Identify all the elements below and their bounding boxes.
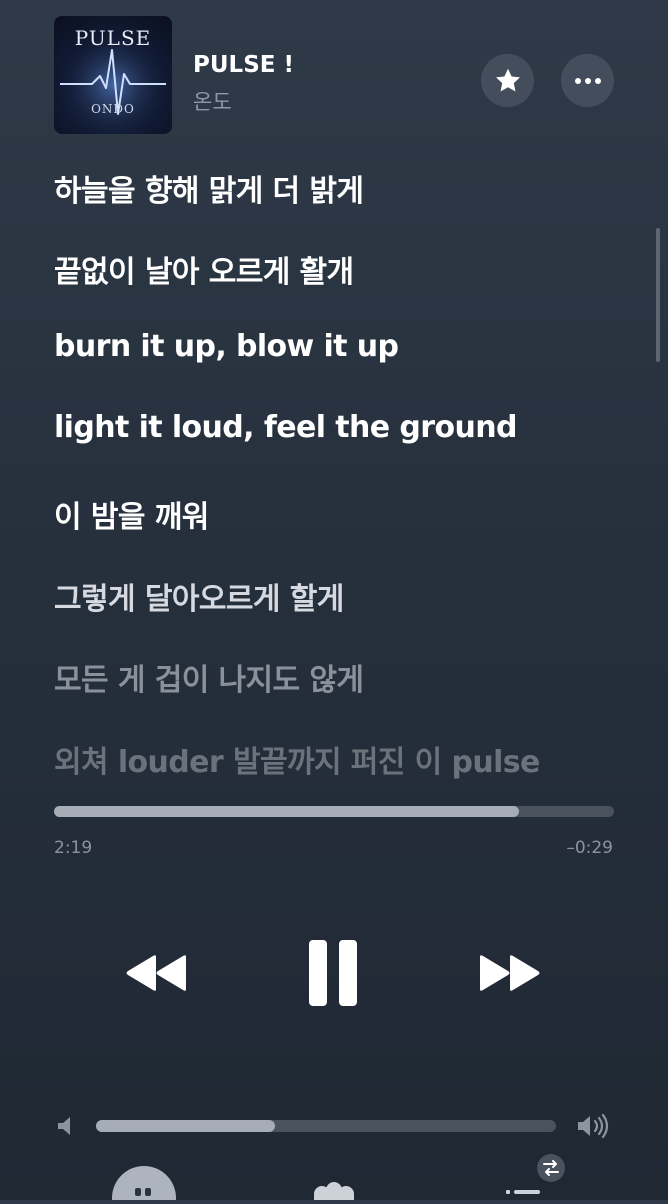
favorite-button[interactable] [481, 54, 534, 107]
pause-button[interactable] [300, 936, 366, 1010]
lyric-line[interactable]: 그렇게 달아오르게 할게 [54, 574, 344, 618]
remaining-time: –0:29 [566, 838, 613, 858]
previous-track-button[interactable] [118, 944, 194, 1002]
fast-forward-icon [480, 955, 540, 991]
now-playing-header: PULSE ONDO PULSE ! 온도 [0, 0, 668, 150]
lyrics-scrollbar[interactable] [656, 228, 660, 362]
speaker-high-icon [578, 1113, 609, 1139]
artwork-subtitle: ONDO [91, 102, 135, 116]
star-icon [495, 68, 520, 91]
queue-list-icon [506, 1154, 565, 1194]
lyric-line[interactable]: 외쳐 louder 발끝까지 퍼진 이 pulse [54, 737, 540, 781]
speaker-low-icon [58, 1117, 70, 1135]
volume-slider[interactable] [96, 1120, 556, 1132]
airplay-button[interactable] [308, 1180, 360, 1202]
rewind-icon [126, 955, 186, 991]
song-title: PULSE ! [193, 52, 294, 78]
playback-progress-slider[interactable] [54, 806, 614, 817]
pause-icon [309, 940, 357, 1006]
volume-fill [96, 1120, 276, 1132]
lyrics-quote-icon [112, 1166, 176, 1204]
song-artist[interactable]: 온도 [193, 86, 232, 116]
lyrics-tab-button[interactable] [112, 1166, 176, 1204]
ellipsis-icon [574, 77, 601, 84]
more-options-button[interactable] [561, 54, 614, 107]
lyric-line[interactable]: light it loud, feel the ground [54, 410, 517, 445]
album-artwork[interactable]: PULSE ONDO [54, 16, 172, 134]
lyric-line[interactable]: 하늘을 향해 맑게 더 밝게 [54, 166, 364, 210]
next-track-button[interactable] [472, 944, 548, 1002]
artwork-title: PULSE [74, 26, 152, 50]
lyric-line[interactable]: 모든 게 겁이 나지도 않게 [54, 655, 364, 699]
airplay-icon [314, 1182, 354, 1202]
elapsed-time: 2:19 [54, 838, 93, 858]
queue-tab-button[interactable] [498, 1152, 574, 1200]
playback-progress-fill [54, 806, 519, 817]
lyric-line[interactable]: 끝없이 날아 오르게 활개 [54, 247, 354, 291]
lyric-line[interactable]: burn it up, blow it up [54, 329, 399, 364]
lyric-line[interactable]: 이 밤을 깨워 [54, 492, 209, 536]
